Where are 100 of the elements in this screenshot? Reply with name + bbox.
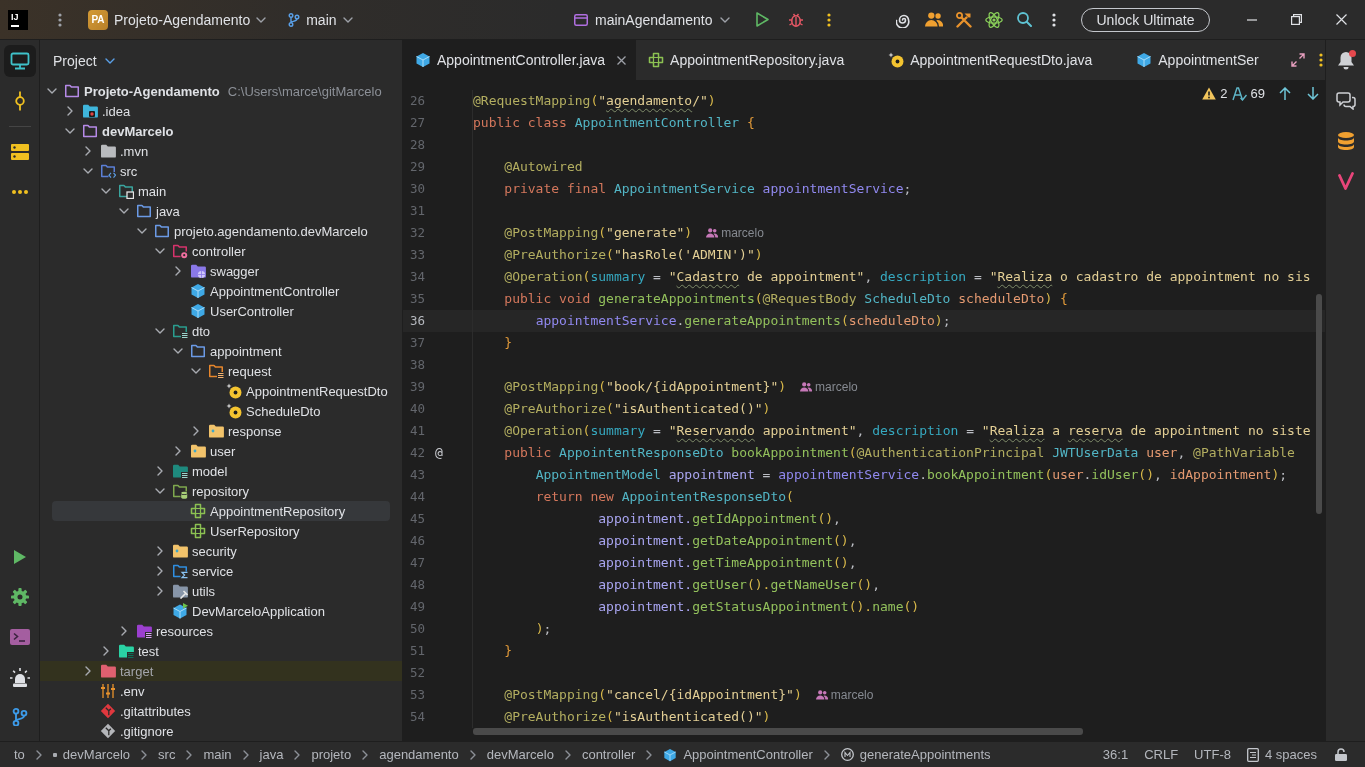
- code-line: appointment.getUser().getNameUser(),: [598, 576, 880, 594]
- file-encoding[interactable]: UTF-8: [1194, 747, 1231, 762]
- tree-item[interactable]: .gitattributes: [80, 701, 195, 721]
- tree-item[interactable]: request: [188, 361, 276, 381]
- line-number: 33: [408, 246, 425, 264]
- people-icon[interactable]: [925, 12, 943, 27]
- tree-item[interactable]: controller: [152, 241, 250, 261]
- breadcrumb[interactable]: src: [158, 747, 176, 762]
- breadcrumb[interactable]: controller: [581, 747, 636, 762]
- lock-icon[interactable]: [1335, 748, 1347, 761]
- restore-icon[interactable]: [1291, 14, 1302, 25]
- spellcheck-icon[interactable]: [1231, 86, 1247, 101]
- tree-item[interactable]: src: [80, 161, 142, 181]
- tree-item[interactable]: UserRepository: [170, 521, 304, 541]
- caret-position[interactable]: 36:1: [1102, 747, 1129, 762]
- more-icon[interactable]: [1052, 12, 1056, 27]
- line-number: 36: [408, 312, 425, 330]
- more-icon[interactable]: [826, 12, 831, 27]
- bug-icon[interactable]: [788, 12, 803, 27]
- arrow-down-icon[interactable]: [1307, 87, 1319, 100]
- diamond-icon: [100, 703, 116, 719]
- tree-item[interactable]: Projeto-Agendamento C:\Users\marce\gitMarcelo: [44, 81, 386, 101]
- tree-item[interactable]: .env: [80, 681, 149, 701]
- vertical-scrollbar[interactable]: [1316, 294, 1322, 514]
- warning-icon[interactable]: [1202, 87, 1217, 100]
- folder-icon: [64, 83, 80, 99]
- tree-item[interactable]: DevMarceloApplication: [152, 601, 329, 621]
- tree-item[interactable]: projeto.agendamento.devMarcelo: [134, 221, 372, 241]
- tree-item[interactable]: swagger: [170, 261, 264, 281]
- tree-item[interactable]: devMarcelo: [62, 121, 178, 141]
- tool-window-button[interactable]: [3, 45, 36, 77]
- tree-item[interactable]: service: [152, 561, 238, 581]
- more-icon[interactable]: [1318, 53, 1323, 67]
- tree-item[interactable]: .idea: [62, 101, 135, 121]
- line-number: 43: [408, 466, 425, 484]
- tree-item[interactable]: .gitignore: [80, 721, 178, 741]
- minimize-icon[interactable]: [1247, 18, 1257, 21]
- search-icon[interactable]: [1016, 12, 1032, 27]
- indent-setting[interactable]: 4 spaces: [1246, 747, 1317, 762]
- tree-item[interactable]: main: [98, 181, 171, 201]
- breadcrumb[interactable]: to: [14, 747, 25, 762]
- breadcrumb[interactable]: projeto: [311, 747, 352, 762]
- people-icon: [800, 382, 813, 392]
- arrow-up-icon[interactable]: [1279, 87, 1291, 100]
- tree-item[interactable]: model: [152, 461, 232, 481]
- tree-item[interactable]: UserController: [170, 301, 298, 321]
- tree-item[interactable]: .mvn: [80, 141, 153, 161]
- tree-item[interactable]: resources: [116, 621, 218, 641]
- folder-icon: [172, 323, 188, 339]
- tree-item[interactable]: utils: [152, 581, 220, 601]
- branch-selector[interactable]: main: [282, 5, 359, 34]
- breadcrumb[interactable]: generateAppointments: [840, 747, 991, 762]
- more-icon[interactable]: [58, 12, 62, 27]
- tree-item[interactable]: test: [98, 641, 163, 661]
- tree-item[interactable]: AppointmentRequestDto: [206, 381, 392, 401]
- folder-icon: [208, 363, 224, 379]
- line-separator[interactable]: CRLF: [1144, 747, 1179, 762]
- tree-item[interactable]: repository: [152, 481, 254, 501]
- breadcrumb[interactable]: agendamento: [379, 747, 459, 762]
- author-hint: marcelo: [830, 688, 874, 702]
- editor-tab[interactable]: AppointmentRepository.java: [636, 40, 877, 80]
- tree-item[interactable]: user: [170, 441, 240, 461]
- horizontal-scrollbar[interactable]: [473, 728, 1083, 735]
- tree-item[interactable]: java: [116, 201, 184, 221]
- tree-item[interactable]: AppointmentRepository: [52, 501, 390, 521]
- editor-tab[interactable]: AppointmentRequestDto.java: [876, 40, 1125, 80]
- warning-count[interactable]: 2: [1220, 86, 1228, 101]
- close-icon[interactable]: [617, 55, 627, 65]
- breadcrumb[interactable]: devMarcelo: [486, 747, 554, 762]
- tree-item[interactable]: ScheduleDto: [206, 401, 325, 421]
- breadcrumb[interactable]: devMarcelo: [52, 747, 131, 762]
- tree-item[interactable]: target: [40, 661, 402, 681]
- tree-item[interactable]: dto: [152, 321, 215, 341]
- tree-item[interactable]: AppointmentController: [170, 281, 344, 301]
- workspace-switcher[interactable]: PA Projeto-Agendamento: [84, 5, 273, 34]
- folder-icon: [118, 643, 134, 659]
- run-configuration-selector[interactable]: mainAgendamento: [568, 5, 736, 34]
- breadcrumb[interactable]: java: [259, 747, 284, 762]
- typo-count[interactable]: 69: [1250, 86, 1265, 101]
- line-number: 54: [408, 708, 425, 726]
- cross-shape-icon: [648, 52, 665, 68]
- breadcrumb[interactable]: AppointmentController: [663, 747, 813, 762]
- expand-icon[interactable]: [1290, 53, 1305, 67]
- editor-tab[interactable]: AppointmentController.java: [403, 40, 637, 80]
- app-logo: IJ: [8, 9, 28, 30]
- chevron-down-icon: [342, 16, 353, 23]
- people-icon: [706, 228, 719, 238]
- tools-icon[interactable]: [956, 11, 972, 28]
- folder-icon: [100, 663, 116, 679]
- view-selector[interactable]: Project: [53, 52, 115, 69]
- gutter-mark[interactable]: @: [435, 442, 443, 464]
- folder-icon: [172, 463, 188, 479]
- atom-icon[interactable]: [985, 10, 1003, 29]
- editor-tab[interactable]: AppointmentSer: [1124, 40, 1291, 80]
- tree-item[interactable]: response: [188, 421, 286, 441]
- breadcrumb[interactable]: main: [203, 747, 232, 762]
- tree-item[interactable]: appointment: [170, 341, 286, 361]
- run-icon[interactable]: [755, 12, 769, 27]
- tree-item[interactable]: security: [152, 541, 241, 561]
- line-number: 47: [408, 554, 425, 572]
